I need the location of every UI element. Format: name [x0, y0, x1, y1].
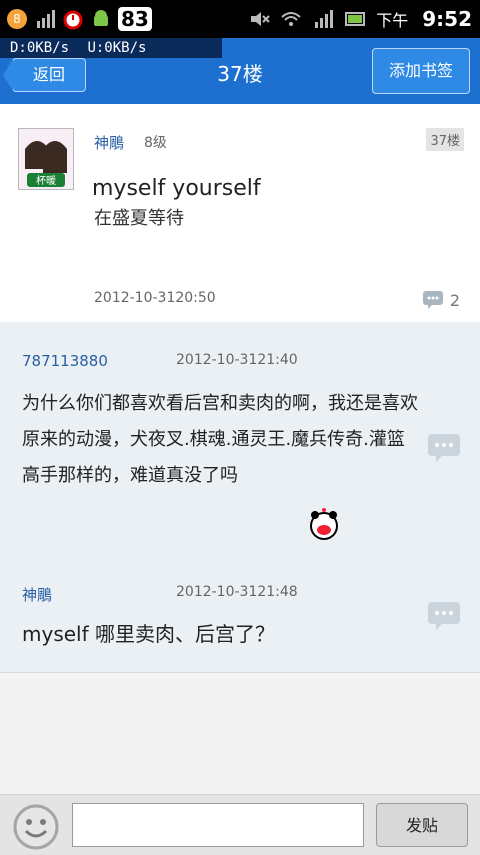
reply-text: 为什么你们都喜欢看后宫和卖肉的啊，我还是喜欢原来的动漫，犬夜叉.棋魂.通灵王.魔… [22, 393, 418, 486]
clock-time: 9:52 [422, 7, 472, 31]
status-bar-right: 下午 9:52 [248, 0, 472, 38]
battery-icon [344, 8, 366, 30]
network-speed: D:0KB/s U:0KB/s [0, 38, 222, 58]
floor-badge: 37楼 [426, 128, 464, 151]
svg-text:8: 8 [13, 12, 21, 26]
reply-user[interactable]: 神鵰 [22, 584, 52, 605]
back-button[interactable]: 返回 [3, 58, 86, 92]
notification-badge-icon: 8 [6, 8, 28, 30]
notification-count: 83 [118, 7, 152, 31]
reply-item: 神鵰 2012-10-3121:48 myself 哪里卖肉、后宫了？ [0, 564, 480, 673]
page-title: 37楼 [217, 62, 263, 86]
bottom-input-bar: 发贴 [0, 794, 480, 855]
post-button[interactable]: 发贴 [376, 803, 468, 847]
reply-item: 787113880 2012-10-3121:40 为什么你们都喜欢看后宫和卖肉… [0, 322, 480, 565]
mute-icon [248, 8, 270, 30]
reply-icon[interactable] [426, 598, 462, 634]
reply-input[interactable] [72, 803, 364, 847]
reply-user[interactable]: 787113880 [22, 352, 108, 370]
download-speed: D:0KB/s [10, 40, 70, 56]
signal-icon [34, 8, 56, 30]
status-bar: 8 83 下午 9:52 [0, 0, 480, 38]
wifi-icon [280, 8, 302, 30]
comment-count-value: 2 [449, 290, 460, 310]
android-icon [90, 8, 112, 30]
add-bookmark-button[interactable]: 添加书签 [372, 48, 470, 94]
back-arrow-icon [3, 59, 13, 91]
avatar[interactable]: 杯暖 [18, 128, 74, 190]
alarm-icon [62, 8, 84, 30]
comment-icon [422, 291, 443, 309]
back-label: 返回 [32, 65, 65, 84]
post-card: 杯暖 神鵰 8级 37楼 myself yourself 在盛夏等待 2012-… [0, 104, 480, 323]
post-author[interactable]: 神鵰 [94, 132, 124, 153]
reply-icon[interactable] [426, 430, 462, 466]
mobile-signal-icon [312, 8, 334, 30]
comment-count[interactable]: 2 [422, 290, 460, 310]
reply-time: 2012-10-3121:48 [176, 584, 298, 600]
avatar-image-icon: 杯暖 [19, 129, 73, 189]
post-title: myself yourself [92, 176, 261, 201]
upload-speed: U:0KB/s [87, 40, 147, 56]
emoji-icon[interactable] [12, 803, 60, 851]
user-level: 8级 [144, 135, 167, 151]
post-time: 2012-10-3120:50 [94, 290, 216, 306]
svg-text:杯暖: 杯暖 [36, 174, 56, 187]
reply-text: myself 哪里卖肉、后宫了？ [22, 622, 275, 646]
clock-ampm: 下午 [376, 11, 409, 30]
status-bar-left: 8 83 [0, 0, 152, 38]
reply-time: 2012-10-3121:40 [176, 352, 298, 368]
panda-emoji-icon [310, 508, 338, 540]
post-subtitle: 在盛夏等待 [94, 208, 184, 229]
